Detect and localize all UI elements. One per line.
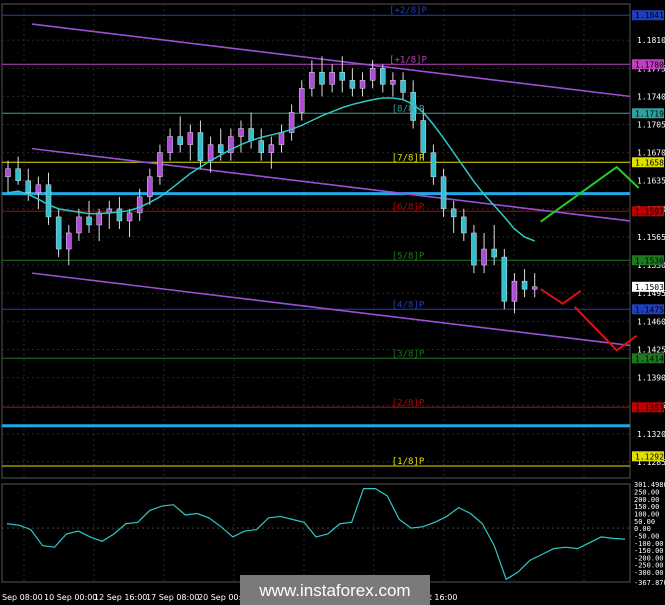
candle-body (136, 196, 143, 214)
price-tick-label: 1.1810 (637, 36, 665, 45)
candle-body (278, 132, 285, 145)
candle-body (390, 80, 396, 85)
murrey-level-label: [+1/8]P (389, 55, 428, 65)
candle-body (5, 168, 11, 177)
candle-body (207, 144, 214, 161)
candle-body (76, 216, 82, 234)
candle-body (25, 180, 32, 194)
candle-body (420, 120, 427, 153)
candle-body (329, 72, 335, 85)
price-tag-label: 1.1414 (635, 354, 664, 363)
candle-body (268, 144, 275, 153)
candle-body (197, 132, 204, 161)
candle-body (531, 286, 538, 290)
candle-body (66, 232, 72, 250)
murrey-level-label: [6/8]P (392, 202, 425, 212)
price-tick-label: 1.1740 (637, 92, 665, 101)
candle-body (217, 144, 224, 153)
candle-body (238, 128, 244, 137)
murrey-level-label: [+2/8]P (389, 6, 428, 16)
candle-body (380, 68, 386, 85)
murrey-level-label: [8/8]P (392, 104, 425, 114)
price-tick-label: 1.1670 (637, 149, 665, 158)
candle-body (55, 216, 62, 250)
price-tag-label: 1.1719 (635, 109, 664, 118)
price-tag-label: 1.1292 (635, 452, 664, 461)
candle-body (258, 140, 264, 153)
current-price-label: 1.1503 (635, 283, 664, 292)
candle-body (349, 80, 356, 89)
candle-body (167, 136, 173, 153)
price-tick-label: 1.1425 (637, 345, 665, 354)
price-tick-label: 1.1390 (637, 374, 665, 383)
price-tick-label: 1.1635 (637, 177, 665, 186)
price-tag-label: 1.1353 (635, 403, 664, 412)
candle-body (15, 168, 21, 181)
candle-body (501, 256, 508, 302)
watermark-text: www.instaforex.com (258, 581, 410, 600)
candle-body (309, 72, 315, 89)
price-tick-label: 1.1320 (637, 430, 665, 439)
murrey-level-label: [7/8]P (392, 153, 425, 163)
price-tick-label: 1.1460 (637, 317, 665, 326)
time-tick-label: Sep 08:00 (2, 593, 43, 602)
candle-body (147, 176, 153, 198)
time-tick-label: 17 Sep 08:00 (146, 593, 199, 602)
price-tag-label: 1.1475 (635, 305, 664, 314)
candle-body (116, 208, 123, 222)
candle-body (471, 232, 477, 266)
candle-body (187, 132, 194, 145)
forex-chart: [8/8]P [7/8]P [6/8]P [5/8]P [4/8]P [3/8]P [2/8… (0, 0, 665, 605)
candle-body (491, 248, 497, 258)
watermark: www.instaforex.com (240, 575, 430, 605)
price-tag-label: 1.1780 (635, 60, 664, 69)
murrey-level-label: [2/8]P (392, 398, 425, 408)
candle-body (369, 68, 376, 81)
candle-body (298, 88, 305, 113)
time-tick-label: 10 Sep 00:00 (44, 593, 97, 602)
candle-body (248, 128, 254, 141)
oscillator-tick-label: -367.8700 (634, 579, 665, 587)
murrey-level-label: [3/8]P (392, 349, 425, 359)
price-tag-label: 1.1841 (635, 11, 664, 20)
price-tick-label: 1.1565 (637, 233, 665, 242)
price-tag-label: 1.1658 (635, 158, 664, 167)
candle-body (450, 208, 457, 218)
candle-body (319, 72, 325, 85)
candle-body (86, 216, 92, 226)
candle-body (157, 152, 163, 177)
candle-body (177, 136, 183, 145)
candle-body (400, 80, 406, 93)
candle-body (440, 176, 447, 210)
price-tick-label: 1.1705 (637, 121, 665, 130)
candle-body (430, 152, 437, 177)
murrey-level-label: [4/8]P (392, 300, 425, 310)
candle-body (45, 184, 52, 218)
murrey-level-label: [1/8]P (392, 457, 425, 467)
candle-body (461, 216, 467, 234)
candle-body (96, 212, 102, 226)
candle-body (521, 280, 528, 290)
candle-body (339, 72, 346, 81)
candle-body (481, 248, 487, 266)
candle-body (126, 212, 133, 222)
murrey-level-label: [5/8]P (392, 251, 425, 261)
oscillator-tick-label: -300.00 (634, 569, 664, 577)
price-tag-label: 1.1536 (635, 256, 664, 265)
time-tick-label: 12 Sep 16:00 (94, 593, 147, 602)
candle-body (35, 184, 42, 194)
candle-body (359, 80, 366, 89)
candle-body (511, 280, 518, 302)
price-tag-label: 1.1597 (635, 207, 664, 216)
